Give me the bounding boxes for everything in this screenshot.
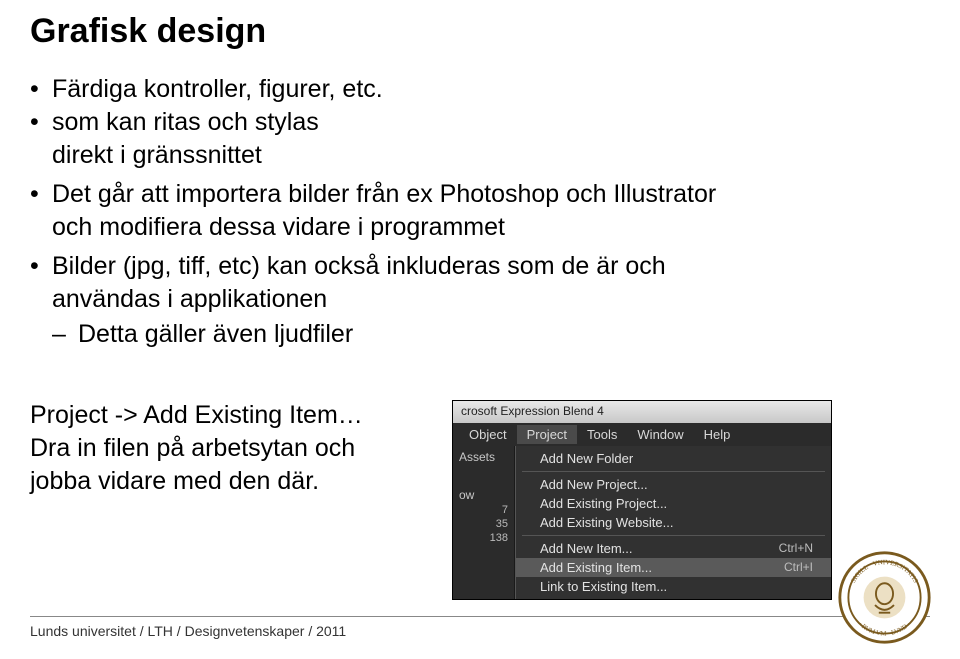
menu-help[interactable]: Help — [694, 425, 741, 444]
dd-label: Add Existing Project... — [540, 496, 667, 511]
bullet-text: direkt i gränssnittet — [52, 141, 262, 169]
dd-label: Add Existing Item... — [540, 560, 652, 575]
dd-label: Add New Project... — [540, 477, 648, 492]
app-title-bar: crosoft Expression Blend 4 — [453, 401, 831, 423]
bullet-text: Detta gäller även ljudfiler — [78, 320, 353, 348]
side-label: ow — [459, 488, 508, 502]
sub-bullet-item: Detta gäller även ljudfiler — [52, 318, 930, 351]
dd-label: Add New Item... — [540, 541, 632, 556]
side-tab-assets[interactable]: Assets — [459, 450, 508, 464]
bullet-text: Färdiga kontroller, figurer, etc. — [52, 75, 383, 103]
dd-shortcut: Ctrl+I — [784, 560, 813, 575]
dd-label: Link to Existing Item... — [540, 579, 667, 594]
side-number: 7 — [459, 504, 508, 516]
dd-add-existing-project[interactable]: Add Existing Project... — [516, 494, 831, 513]
bullet-item: Bilder (jpg, tiff, etc) kan också inklud… — [30, 250, 930, 351]
side-number: 138 — [459, 532, 508, 544]
menu-project[interactable]: Project — [517, 425, 577, 444]
dd-add-existing-item[interactable]: Add Existing Item... Ctrl+I — [516, 558, 831, 577]
university-seal-icon: SIGILL · VNIVERSITATIS · RVM VM · LVND · — [837, 550, 932, 645]
dd-link-to-existing-item[interactable]: Link to Existing Item... — [516, 577, 831, 596]
dd-add-new-item[interactable]: Add New Item... Ctrl+N — [516, 539, 831, 558]
menu-object[interactable]: Object — [459, 425, 517, 444]
body-line: Dra in filen på arbetsytan och — [30, 434, 355, 462]
bullet-text: Bilder (jpg, tiff, etc) kan också inklud… — [52, 252, 666, 280]
app-side-panel: Assets ow 7 35 138 — [453, 446, 515, 599]
bullet-text: och modifiera dessa vidare i programmet — [52, 213, 505, 241]
bullet-list: Färdiga kontroller, figurer, etc. som ka… — [30, 73, 930, 351]
dd-separator — [522, 535, 825, 536]
dd-add-existing-website[interactable]: Add Existing Website... — [516, 513, 831, 532]
bullet-text: användas i applikationen — [52, 285, 327, 313]
dd-add-new-project[interactable]: Add New Project... — [516, 475, 831, 494]
project-dropdown: Add New Folder Add New Project... Add Ex… — [515, 446, 831, 599]
bullet-item: Det går att importera bilder från ex Pho… — [30, 178, 930, 244]
body-line: jobba vidare med den där. — [30, 467, 319, 495]
bullet-text: som kan ritas och stylas — [52, 108, 319, 136]
footer-text: Lunds universitet / LTH / Designvetenska… — [30, 623, 930, 639]
page-title: Grafisk design — [30, 12, 930, 51]
side-number: 35 — [459, 518, 508, 530]
app-menubar: Object Project Tools Window Help — [453, 423, 831, 446]
dd-label: Add Existing Website... — [540, 515, 673, 530]
app-screenshot: crosoft Expression Blend 4 Object Projec… — [452, 400, 832, 600]
body-line: Project -> Add Existing Item… — [30, 401, 363, 429]
menu-window[interactable]: Window — [627, 425, 693, 444]
bullet-item: som kan ritas och stylas direkt i gränss… — [30, 106, 930, 172]
dd-separator — [522, 471, 825, 472]
bullet-text: Det går att importera bilder från ex Pho… — [52, 180, 716, 208]
dd-shortcut: Ctrl+N — [779, 541, 813, 556]
menu-tools[interactable]: Tools — [577, 425, 627, 444]
dd-label: Add New Folder — [540, 451, 633, 466]
dd-add-new-folder[interactable]: Add New Folder — [516, 449, 831, 468]
app-title: crosoft Expression Blend 4 — [461, 404, 604, 418]
footer-divider — [30, 616, 930, 617]
bullet-item: Färdiga kontroller, figurer, etc. — [30, 73, 930, 106]
